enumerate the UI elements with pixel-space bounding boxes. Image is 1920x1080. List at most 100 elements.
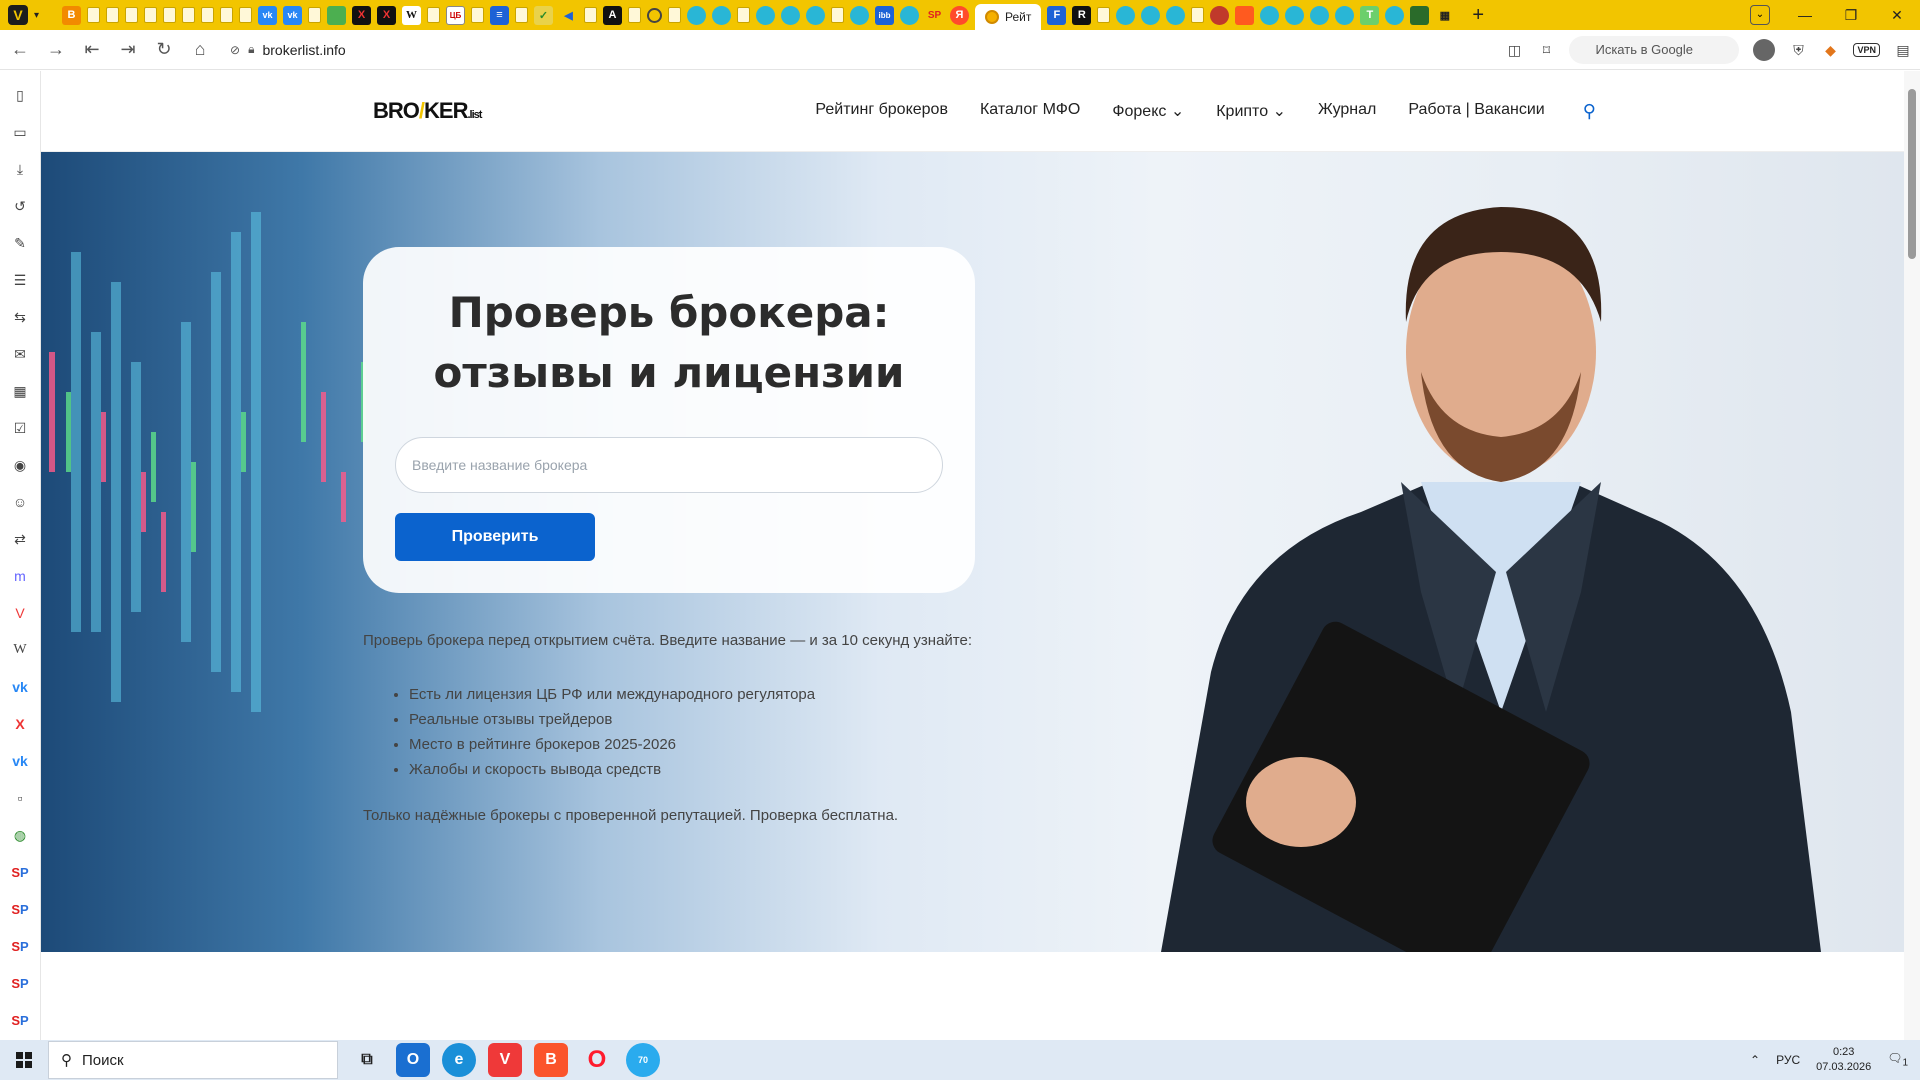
tab-vk-icon[interactable]: vk: [283, 5, 302, 25]
search-engine-field[interactable]: Искать в Google: [1569, 36, 1740, 64]
sp-icon[interactable]: SP: [10, 1008, 30, 1032]
nav-jobs[interactable]: Работа | Вакансии: [1408, 101, 1544, 121]
tab-green-icon[interactable]: [327, 5, 346, 25]
broker-search-input[interactable]: Введите название брокера: [395, 437, 943, 493]
tab-cluster-icon[interactable]: [781, 5, 800, 25]
rewind-icon[interactable]: ⇤: [74, 39, 110, 60]
tab-cluster-icon[interactable]: [1141, 5, 1161, 25]
tab-cluster-icon[interactable]: [1285, 5, 1305, 25]
chevron-up-icon[interactable]: ⌃: [1750, 1053, 1760, 1067]
tab-page-icon[interactable]: [220, 7, 233, 23]
tab-page-icon[interactable]: [427, 7, 440, 23]
tab-yandex-icon[interactable]: Я: [950, 5, 969, 25]
search-icon[interactable]: ⚲: [1583, 101, 1596, 122]
rss-icon[interactable]: ◫: [1505, 41, 1523, 59]
vivaldi-menu-icon[interactable]: V: [8, 5, 28, 25]
opera-icon[interactable]: O: [580, 1043, 614, 1077]
page-icon[interactable]: ▫: [10, 786, 30, 810]
tab-cluster-icon[interactable]: [1385, 5, 1405, 25]
tab-cluster-icon[interactable]: [850, 5, 869, 25]
tab-cbr-icon[interactable]: ЦБ: [446, 5, 465, 25]
nav-rating[interactable]: Рейтинг брокеров: [815, 101, 948, 121]
wikipedia-icon[interactable]: W: [10, 638, 30, 662]
tab-check-icon[interactable]: ✓: [534, 5, 553, 25]
forward-icon[interactable]: →: [38, 39, 74, 60]
tab-cluster-icon[interactable]: [900, 5, 919, 25]
tab-orange-icon[interactable]: [1235, 5, 1255, 25]
tab-wikipedia-icon[interactable]: W: [402, 5, 421, 25]
tab-f-icon[interactable]: F: [1047, 5, 1067, 25]
edge-icon[interactable]: e: [442, 1043, 476, 1077]
vivaldi-icon[interactable]: V: [10, 601, 30, 625]
tab-page-icon[interactable]: [668, 7, 681, 23]
new-tab-icon[interactable]: +: [1472, 4, 1484, 27]
tab-vk-icon[interactable]: vk: [258, 5, 277, 25]
tab-square-icon[interactable]: [1410, 5, 1430, 25]
lock-icon[interactable]: 🔒︎: [248, 42, 254, 57]
telegram-icon[interactable]: 70: [626, 1043, 660, 1077]
tab-t-icon[interactable]: T: [1360, 5, 1380, 25]
tab-cluster-icon[interactable]: [1116, 5, 1136, 25]
vivaldi-icon[interactable]: V: [488, 1043, 522, 1077]
tab-list-chevron-icon[interactable]: ⌄: [1750, 5, 1770, 25]
tab-blogger-icon[interactable]: B: [62, 5, 81, 25]
tab-page-icon[interactable]: [628, 7, 641, 23]
mastodon-icon[interactable]: m: [10, 564, 30, 588]
tab-page-icon[interactable]: [106, 7, 119, 23]
sp-icon[interactable]: SP: [10, 860, 30, 884]
tab-page-icon[interactable]: [87, 7, 100, 23]
tab-cluster-icon[interactable]: [1260, 5, 1280, 25]
tab-page-icon[interactable]: [737, 7, 750, 23]
tab-cluster-icon[interactable]: [756, 5, 775, 25]
tab-page-icon[interactable]: [584, 7, 597, 23]
tab-circle-icon[interactable]: [647, 7, 662, 23]
check-button[interactable]: Проверить: [395, 513, 595, 561]
tasks-icon[interactable]: ☑: [10, 416, 30, 440]
outlook-icon[interactable]: O: [396, 1043, 430, 1077]
history-icon[interactable]: ↺: [10, 194, 30, 218]
tab-r-icon[interactable]: R: [1072, 5, 1092, 25]
minimize-icon[interactable]: —: [1782, 0, 1828, 30]
tab-grid-icon[interactable]: ▦: [1435, 6, 1454, 25]
tab-page-icon[interactable]: [182, 7, 195, 23]
tab-cluster-icon[interactable]: [1335, 5, 1355, 25]
tab-arrow-icon[interactable]: ◀: [559, 6, 578, 25]
tab-active[interactable]: Рейт: [975, 4, 1042, 30]
chevron-down-icon[interactable]: ▾: [34, 10, 48, 21]
vk-icon[interactable]: vk: [10, 675, 30, 699]
downloads-icon[interactable]: ⤓: [10, 157, 30, 181]
bookmark-icon[interactable]: ⌑: [1537, 41, 1555, 59]
scrollbar-thumb[interactable]: [1908, 89, 1916, 259]
globe-icon[interactable]: ◍: [10, 823, 30, 847]
x-icon[interactable]: X: [10, 712, 30, 736]
brave-icon[interactable]: B: [534, 1043, 568, 1077]
window-panel-icon[interactable]: ☰: [10, 268, 30, 292]
url-field[interactable]: ⊘ 🔒︎ brokerlist.info: [230, 42, 346, 58]
contacts-icon[interactable]: ☺: [10, 490, 30, 514]
bookmarks-panel-icon[interactable]: ▯: [10, 83, 30, 107]
sync-icon[interactable]: ⇄: [10, 527, 30, 551]
home-icon[interactable]: ⌂: [182, 39, 218, 60]
mail-icon[interactable]: ✉: [10, 342, 30, 366]
task-view-icon[interactable]: ⧉: [350, 1043, 384, 1077]
tab-page-icon[interactable]: [125, 7, 138, 23]
tab-page-icon[interactable]: [515, 7, 528, 23]
site-logo[interactable]: BRO/KER.list: [373, 98, 482, 124]
back-icon[interactable]: ←: [2, 39, 38, 60]
calendar-icon[interactable]: ▦: [10, 379, 30, 403]
tab-page-icon[interactable]: [471, 7, 484, 23]
tab-page-icon[interactable]: [1191, 7, 1205, 23]
nav-crypto[interactable]: Крипто ⌄: [1216, 101, 1286, 121]
metamask-icon[interactable]: ◆: [1821, 41, 1839, 59]
notes-icon[interactable]: ✎: [10, 231, 30, 255]
tab-red-circle-icon[interactable]: [1210, 5, 1230, 25]
sp-icon[interactable]: SP: [10, 934, 30, 958]
notification-icon[interactable]: 🗨︎1: [1887, 1051, 1908, 1068]
tab-sp-icon[interactable]: SP: [925, 6, 944, 25]
feeds-icon[interactable]: ◉: [10, 453, 30, 477]
tab-page-icon[interactable]: [308, 7, 321, 23]
tab-cluster-icon[interactable]: [806, 5, 825, 25]
tab-page-icon[interactable]: [163, 7, 176, 23]
tab-x-icon[interactable]: X: [352, 5, 371, 25]
sp-icon[interactable]: SP: [10, 897, 30, 921]
